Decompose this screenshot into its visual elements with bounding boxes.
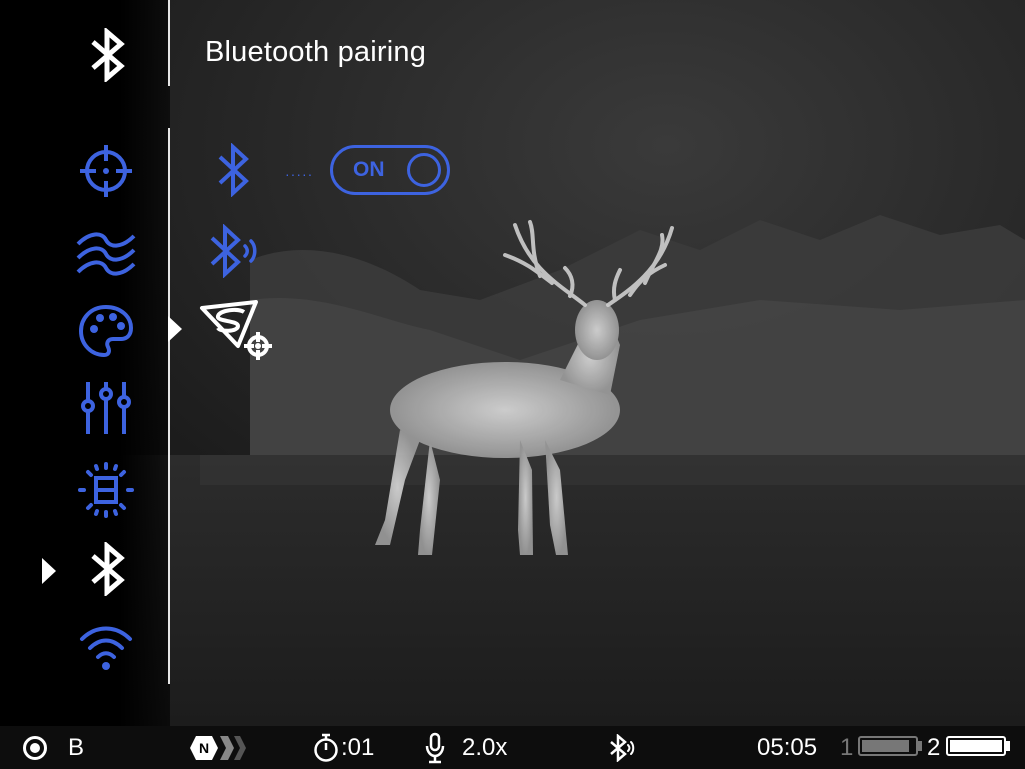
- battery2-indicator: [946, 736, 1006, 756]
- toggle-dotted-connector: ·····: [285, 166, 314, 182]
- battery1-fill: [862, 740, 909, 752]
- stream-vision-app-icon[interactable]: [198, 298, 276, 366]
- chip-icon[interactable]: [78, 462, 134, 518]
- wifi-icon[interactable]: [78, 625, 134, 671]
- sliders-icon[interactable]: [78, 380, 134, 436]
- battery2-fill: [950, 740, 1002, 752]
- battery1-indicator: [858, 736, 918, 756]
- menu-divider: [168, 128, 170, 684]
- bluetooth-toggle[interactable]: ON: [330, 145, 450, 195]
- menu-panel: [0, 0, 170, 726]
- device-screen: Bluetooth pairing ····· ON B N:01 2.0x …: [0, 0, 1025, 769]
- bluetooth-menu-icon[interactable]: [88, 542, 126, 596]
- toggle-knob: [407, 153, 441, 187]
- bluetooth-status-icon: [607, 734, 637, 762]
- zoom-value: 2.0x: [462, 734, 508, 761]
- toggle-label: ON: [353, 158, 385, 181]
- battery2-tip: [1006, 741, 1010, 751]
- clock-time: 05:05: [757, 734, 818, 761]
- menu-selection-arrow: [42, 558, 56, 589]
- header-divider: [168, 0, 170, 86]
- bluetooth-icon[interactable]: [215, 143, 251, 197]
- record-mode-icon: [22, 735, 48, 761]
- page-title: Bluetooth pairing: [205, 36, 427, 68]
- microphone-icon: [425, 732, 445, 764]
- battery1-label: 1: [840, 734, 854, 761]
- timer-icon: [313, 733, 339, 763]
- battery1-tip: [918, 741, 922, 751]
- submenu-selection-arrow: [168, 316, 182, 347]
- timer-value: :01: [341, 734, 375, 761]
- waves-icon[interactable]: [76, 228, 136, 276]
- bluetooth-icon: [88, 28, 126, 82]
- mode-label: B: [68, 734, 85, 761]
- nuc-auto-icon: N: [190, 734, 248, 762]
- palette-icon[interactable]: [78, 303, 134, 359]
- battery2-label: 2: [927, 734, 941, 761]
- status-bar: B N :01 2.0x 05:05 1 2: [0, 726, 1025, 769]
- svg-text:N: N: [199, 740, 209, 756]
- bluetooth-audio-icon[interactable]: [207, 224, 263, 278]
- crosshair-icon[interactable]: [78, 143, 134, 199]
